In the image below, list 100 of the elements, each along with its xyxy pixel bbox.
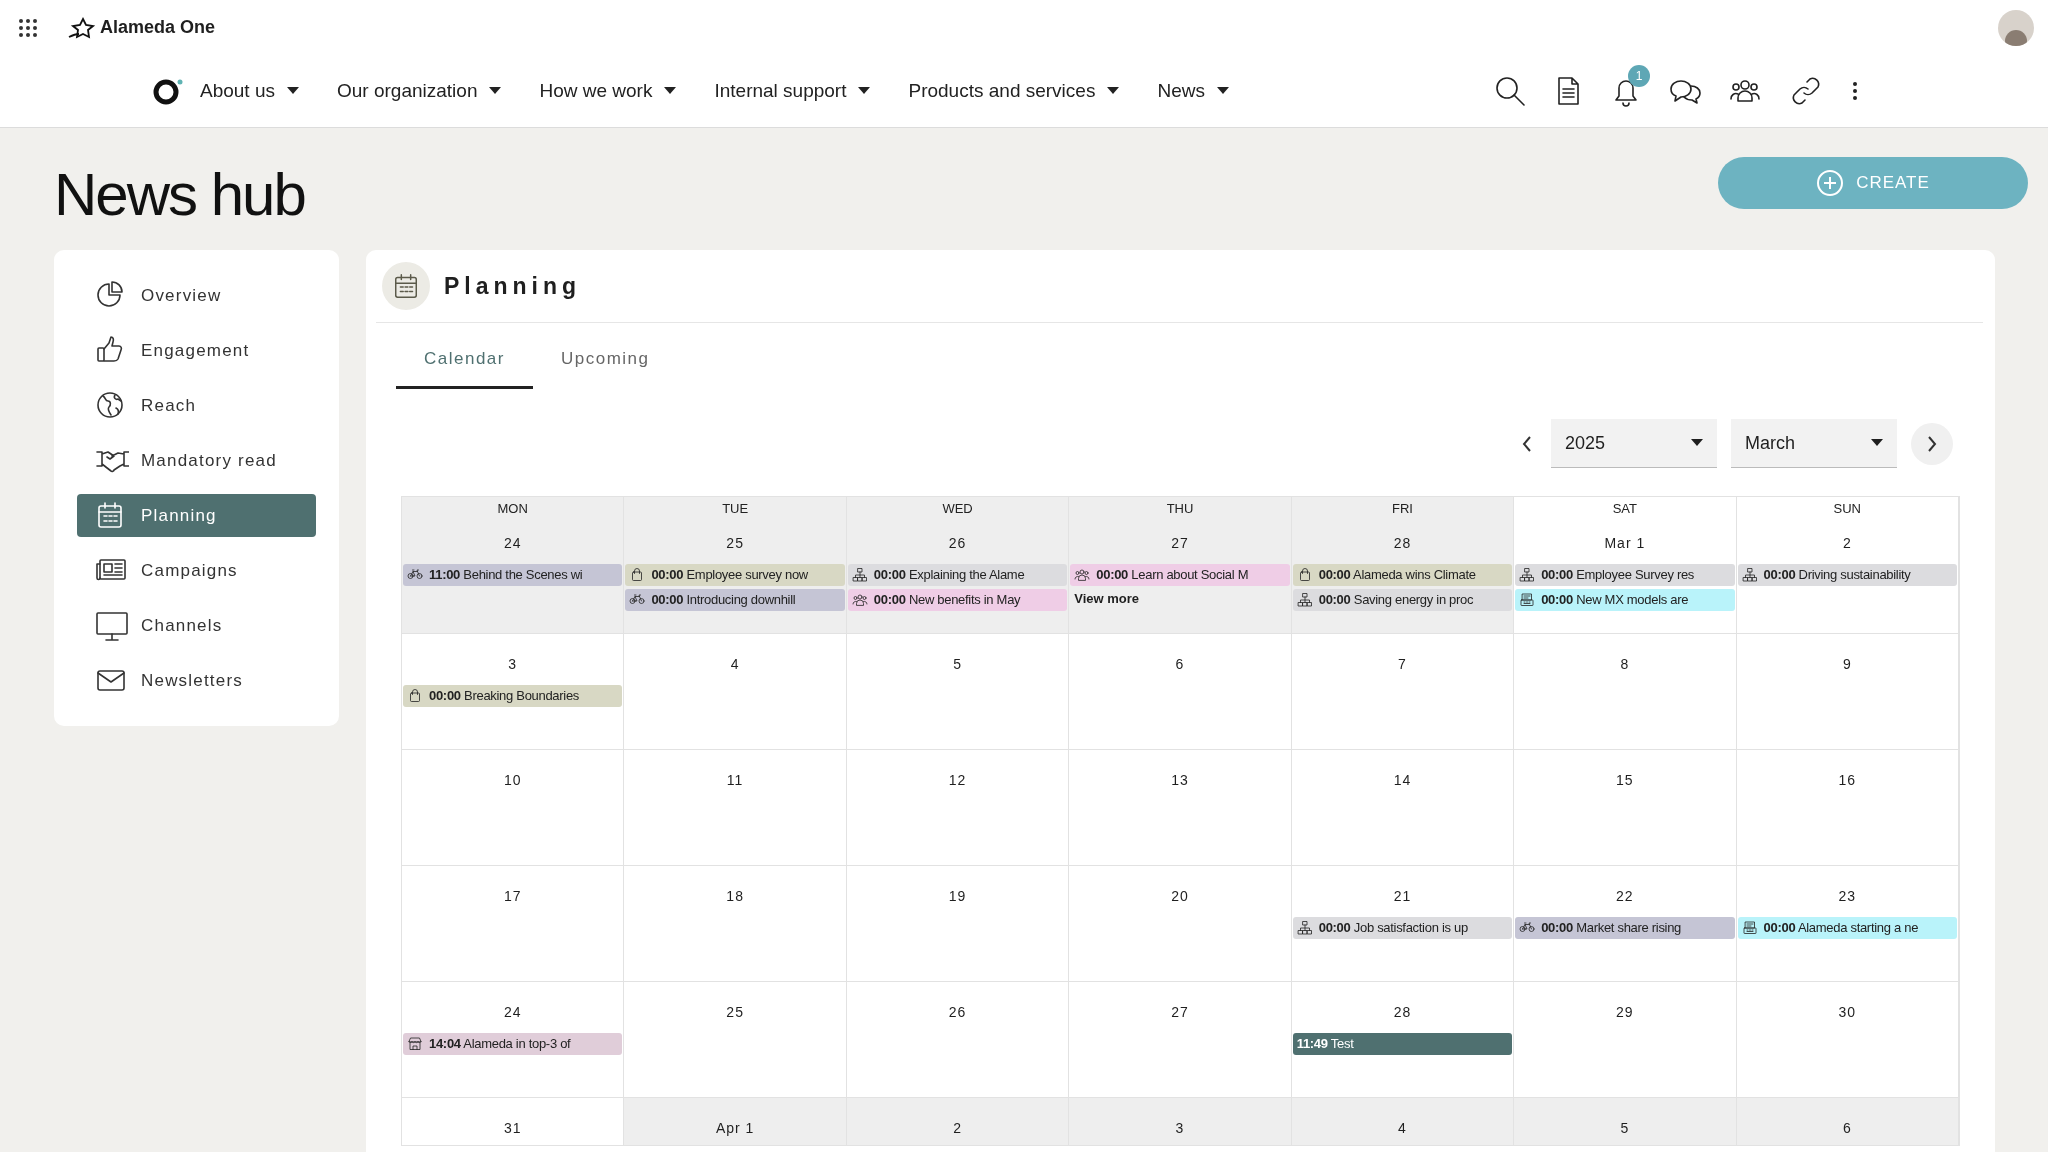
- day-number: 25: [726, 533, 744, 553]
- tab[interactable]: Upcoming: [533, 331, 678, 389]
- nav-menu-item[interactable]: Our organization: [337, 77, 502, 106]
- calendar-event[interactable]: 00:00 Market share rising: [1515, 917, 1735, 939]
- day-number: 17: [503, 887, 522, 906]
- day-number: 23: [1838, 887, 1857, 906]
- sidebar-item[interactable]: Engagement: [77, 329, 316, 372]
- day-number: Apr 1: [715, 1119, 755, 1138]
- calendar-event[interactable]: 00:00 Alameda wins Climate: [1292, 563, 1513, 586]
- nav-menu-item[interactable]: Internal support: [714, 77, 871, 106]
- sidebar-item[interactable]: Reach: [77, 384, 316, 427]
- calendar-badge-icon: [382, 262, 430, 310]
- calendar-event[interactable]: 00:00 Learn about Social M: [1070, 563, 1290, 586]
- day-number: 27: [1171, 533, 1189, 553]
- day-number: 28: [1393, 1003, 1412, 1022]
- calendar-event[interactable]: 11:49 Test: [1292, 1033, 1513, 1055]
- calendar-event[interactable]: 00:00 New benefits in May: [847, 588, 1068, 611]
- apps-grid-icon[interactable]: [18, 17, 38, 38]
- sidebar-item[interactable]: Mandatory read: [77, 439, 316, 482]
- search-icon[interactable]: [1494, 75, 1526, 108]
- calendar-event[interactable]: 14:04 Alameda in top-3 of: [403, 1033, 623, 1055]
- day-number: 24: [503, 1003, 522, 1022]
- brand-name: Alameda One: [100, 16, 216, 40]
- more-options-icon[interactable]: [1852, 81, 1858, 102]
- people-icon: [851, 591, 869, 608]
- store-icon: [407, 1036, 424, 1052]
- nav-menu-item[interactable]: News: [1157, 77, 1229, 106]
- caret-icon: [1871, 439, 1883, 447]
- day-number: 30: [1838, 1003, 1857, 1022]
- day-number: 26: [948, 533, 967, 553]
- weekday-label: WED: [942, 500, 973, 518]
- day-number: 28: [1393, 533, 1412, 553]
- day-number: 8: [1620, 655, 1630, 674]
- month-dropdown[interactable]: March: [1731, 419, 1897, 468]
- day-number: 27: [1171, 1003, 1189, 1022]
- calendar-event[interactable]: 00:00 New MX models are: [1515, 588, 1735, 611]
- star-logo-icon: [68, 16, 98, 39]
- org-chart-icon: [851, 566, 869, 583]
- day-number: 19: [948, 887, 967, 906]
- caret-icon: [1216, 87, 1229, 96]
- caret-icon: [1691, 439, 1703, 447]
- calendar-event[interactable]: 00:00 Employee Survey res: [1515, 563, 1735, 586]
- sidebar-item[interactable]: Channels: [77, 604, 316, 647]
- org-chart-icon: [1296, 920, 1314, 936]
- day-number: 7: [1398, 655, 1407, 674]
- calendar-event[interactable]: 11:00 Behind the Scenes wi: [403, 563, 623, 586]
- sidebar-item[interactable]: Overview: [77, 274, 316, 317]
- weekday-label: TUE: [722, 500, 749, 518]
- day-number: 20: [1171, 887, 1189, 906]
- day-number: 14: [1393, 771, 1412, 790]
- calendar-event[interactable]: 00:00 Alameda starting a ne: [1737, 917, 1957, 939]
- weekday-label: FRI: [1391, 500, 1413, 518]
- weekday-label: SAT: [1612, 500, 1637, 518]
- monitor-icon: [95, 609, 129, 642]
- calendar-event[interactable]: 00:00 Saving energy in proc: [1292, 588, 1513, 611]
- calendar-event[interactable]: 00:00 Job satisfaction is up: [1292, 917, 1513, 939]
- day-number: 21: [1393, 887, 1412, 906]
- calendar-event[interactable]: 00:00 Introducing downhill: [625, 588, 845, 611]
- day-number: 3: [508, 655, 518, 674]
- calendar-event[interactable]: 00:00 Employee survey now: [625, 563, 845, 586]
- panel-title: Planning: [444, 271, 582, 301]
- day-number: 18: [726, 887, 744, 906]
- circle-logo-icon[interactable]: [152, 77, 184, 106]
- tab[interactable]: Calendar: [396, 331, 533, 389]
- nav-menu-item[interactable]: About us: [200, 77, 299, 106]
- caret-icon: [858, 87, 871, 96]
- day-number: 13: [1171, 771, 1189, 790]
- day-number: 5: [953, 655, 962, 674]
- day-number: 12: [948, 771, 967, 790]
- previous-month-icon[interactable]: [1521, 434, 1533, 453]
- page-title: News hub: [54, 160, 305, 230]
- day-number: 16: [1838, 771, 1857, 790]
- calendar-event[interactable]: 00:00 Breaking Boundaries: [403, 685, 623, 707]
- day-number: 9: [1842, 655, 1852, 674]
- view-more-link[interactable]: View more: [1070, 588, 1290, 608]
- caret-icon: [1107, 87, 1120, 96]
- sidebar-item[interactable]: Campaigns: [77, 549, 316, 592]
- calendar-event[interactable]: 00:00 Explaining the Alame: [847, 563, 1068, 586]
- calendar-event[interactable]: 00:00 Driving sustainability: [1737, 563, 1957, 586]
- day-number: 4: [1398, 1119, 1407, 1138]
- caret-icon: [489, 87, 502, 96]
- day-number: 6: [1842, 1119, 1852, 1138]
- year-dropdown[interactable]: 2025: [1551, 419, 1717, 468]
- chevron-right-icon: [1926, 434, 1938, 453]
- avatar[interactable]: [1998, 9, 2034, 46]
- day-number: 3: [1175, 1119, 1185, 1138]
- day-number: 24: [503, 533, 522, 553]
- nav-menu-item[interactable]: How we work: [539, 77, 677, 106]
- day-number: 29: [1616, 1003, 1634, 1022]
- day-number: 15: [1616, 771, 1634, 790]
- day-number: 26: [948, 1003, 967, 1022]
- nav-menu-item[interactable]: Products and services: [908, 77, 1120, 106]
- day-number: 2: [1842, 533, 1852, 553]
- sidebar-item[interactable]: Planning: [77, 494, 316, 537]
- day-number: 6: [1175, 655, 1185, 674]
- next-month-button[interactable]: [1911, 422, 1953, 465]
- plus-circle-icon: [1816, 169, 1845, 197]
- day-number: 10: [503, 771, 522, 790]
- sidebar-item[interactable]: Newsletters: [77, 659, 316, 702]
- notification-badge: 1: [1628, 65, 1650, 88]
